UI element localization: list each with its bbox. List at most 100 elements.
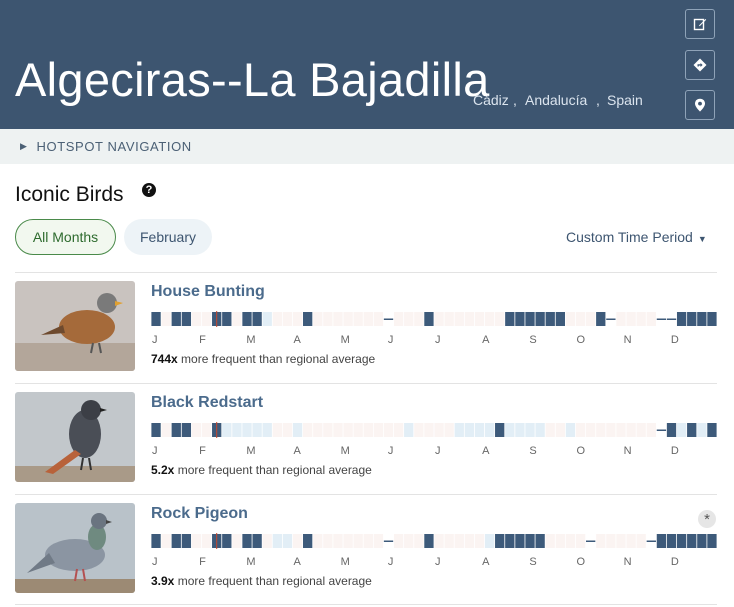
week-bar (353, 423, 363, 437)
week-bar (535, 423, 545, 437)
house-bunting-photo[interactable] (15, 281, 135, 371)
week-bar (484, 312, 495, 326)
map-pin-icon (695, 98, 705, 112)
filter-february[interactable]: February (124, 219, 212, 255)
caret-down-icon: ▼ (697, 234, 707, 244)
help-icon[interactable]: ? (142, 183, 156, 197)
week-bar (272, 312, 282, 326)
week-bar (343, 312, 353, 326)
week-bar (404, 423, 414, 437)
week-bar (201, 534, 212, 548)
frequency-text: 744x more frequent than regional average (151, 352, 375, 366)
month-label: D (671, 556, 679, 568)
week-bar (383, 540, 394, 542)
black-redstart-photo[interactable] (15, 392, 135, 482)
month-label: M (341, 334, 350, 346)
custom-time-period-dropdown[interactable]: Custom Time Period ▼ (566, 229, 707, 245)
hotspot-navigation-label: HOTSPOT NAVIGATION (36, 139, 192, 154)
week-bar (555, 534, 565, 548)
week-bar (252, 534, 262, 548)
week-bar (656, 534, 667, 548)
month-label: M (246, 334, 255, 346)
week-bar (171, 312, 181, 326)
frequency-chart: JFMAMJJASOND (151, 422, 717, 457)
week-bar (687, 423, 697, 437)
week-bar (515, 423, 525, 437)
month-label: N (624, 556, 632, 568)
divider (15, 272, 717, 273)
hotspot-navigation-toggle[interactable]: ▶ HOTSPOT NAVIGATION (0, 129, 734, 164)
week-bar (707, 534, 717, 548)
month-label: D (671, 334, 679, 346)
week-bar (363, 312, 373, 326)
directions-icon (693, 58, 707, 72)
frequency-suffix: more frequent than regional average (177, 574, 372, 588)
current-date-marker (216, 533, 218, 549)
week-bar (383, 423, 394, 437)
month-label: S (529, 334, 536, 346)
week-bar (181, 423, 192, 437)
bird-name[interactable]: Black Redstart (151, 394, 263, 412)
week-bar (444, 423, 454, 437)
week-bar (656, 429, 667, 431)
week-bar (414, 423, 424, 437)
bird-name[interactable]: House Bunting (151, 283, 265, 301)
week-bar (444, 534, 454, 548)
week-bar (586, 423, 596, 437)
week-bar (383, 318, 394, 320)
week-bar (575, 312, 586, 326)
location-region[interactable]: Andalucía (525, 92, 587, 108)
week-bar (525, 423, 535, 437)
map-button[interactable] (685, 90, 715, 120)
filter-all-months[interactable]: All Months (15, 219, 116, 255)
frequency-text: 5.2x more frequent than regional average (151, 463, 372, 477)
month-label: J (388, 334, 394, 346)
frequency-multiplier: 5.2x (151, 463, 175, 477)
week-bar (201, 423, 212, 437)
week-bar (454, 423, 464, 437)
bird-name[interactable]: Rock Pigeon (151, 505, 248, 523)
custom-time-period-label: Custom Time Period (566, 229, 693, 245)
week-bar (333, 312, 343, 326)
week-bar (303, 534, 313, 548)
month-label: J (435, 334, 441, 346)
frequency-suffix: more frequent than regional average (177, 463, 372, 477)
week-bar (404, 534, 414, 548)
week-bar (313, 312, 323, 326)
rock-pigeon-photo[interactable] (15, 503, 135, 593)
month-label: S (529, 556, 536, 568)
week-bar (575, 534, 586, 548)
week-bar (636, 423, 646, 437)
month-label: J (152, 556, 158, 568)
location-country[interactable]: Spain (607, 92, 643, 108)
week-bar (262, 312, 272, 326)
week-bar (414, 534, 424, 548)
current-date-marker (216, 422, 218, 438)
directions-button[interactable] (685, 50, 715, 80)
month-label: A (482, 334, 490, 346)
week-bar (626, 423, 636, 437)
divider (15, 383, 717, 384)
month-label: O (577, 334, 586, 346)
week-bar (505, 312, 515, 326)
week-bar (444, 312, 454, 326)
week-bar (616, 423, 626, 437)
week-bar (545, 423, 555, 437)
week-bar (414, 312, 424, 326)
week-bar (333, 423, 343, 437)
month-label: O (577, 556, 586, 568)
month-label: A (294, 334, 302, 346)
week-bar (676, 312, 687, 326)
edit-button[interactable] (685, 9, 715, 39)
week-bar (586, 312, 596, 326)
week-bar (151, 534, 161, 548)
week-bar (464, 534, 475, 548)
week-bar (313, 534, 323, 548)
frequency-chart: JFMAMJJASOND (151, 311, 717, 346)
week-bar (687, 534, 697, 548)
week-bar (636, 312, 646, 326)
sensitive-species-badge[interactable]: * (698, 510, 716, 528)
week-bar (373, 423, 384, 437)
location-county[interactable]: Cádiz (473, 92, 509, 108)
divider (15, 494, 717, 495)
